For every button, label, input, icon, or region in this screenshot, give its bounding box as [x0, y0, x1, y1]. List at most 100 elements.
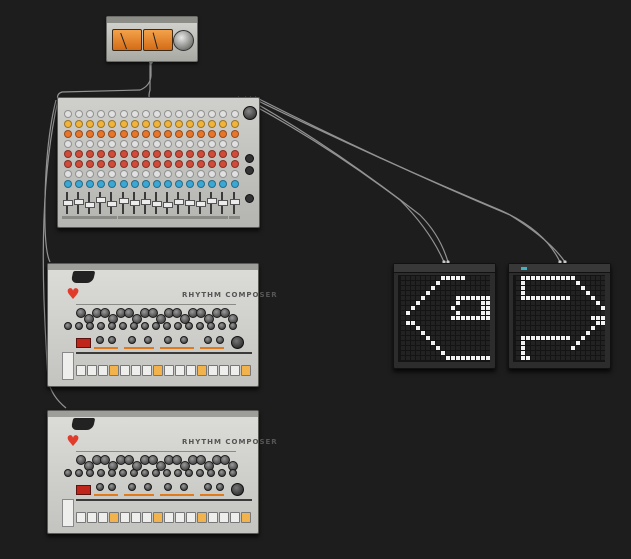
- led-cell[interactable]: [421, 336, 425, 340]
- led-cell[interactable]: [546, 346, 550, 350]
- led-cell[interactable]: [591, 336, 595, 340]
- led-cell[interactable]: [421, 286, 425, 290]
- led-cell[interactable]: [531, 296, 535, 300]
- led-cell[interactable]: [586, 291, 590, 295]
- channel-knob[interactable]: [75, 170, 84, 178]
- led-cell[interactable]: [536, 321, 540, 325]
- channel-knob[interactable]: [208, 180, 217, 188]
- led-cell[interactable]: [436, 341, 440, 345]
- led-cell[interactable]: [601, 296, 605, 300]
- led-cell[interactable]: [546, 351, 550, 355]
- led-cell[interactable]: [421, 346, 425, 350]
- led-cell[interactable]: [581, 346, 585, 350]
- led-cell[interactable]: [486, 331, 490, 335]
- unit-handle-bar[interactable]: [107, 17, 197, 23]
- led-cell[interactable]: [406, 311, 410, 315]
- led-cell[interactable]: [441, 291, 445, 295]
- led-cell[interactable]: [561, 301, 565, 305]
- led-cell[interactable]: [416, 351, 420, 355]
- led-cell[interactable]: [416, 331, 420, 335]
- led-cell[interactable]: [451, 311, 455, 315]
- selector-knob[interactable]: [164, 336, 172, 344]
- led-cell[interactable]: [531, 336, 535, 340]
- channel-knob[interactable]: [208, 150, 217, 158]
- channel-knob[interactable]: [152, 170, 161, 178]
- led-cell[interactable]: [401, 346, 405, 350]
- channel-knob[interactable]: [86, 130, 95, 138]
- led-cell[interactable]: [586, 296, 590, 300]
- led-cell[interactable]: [441, 321, 445, 325]
- led-cell[interactable]: [476, 326, 480, 330]
- led-cell[interactable]: [466, 311, 470, 315]
- led-cell[interactable]: [596, 286, 600, 290]
- led-cell[interactable]: [401, 296, 405, 300]
- led-cell[interactable]: [456, 281, 460, 285]
- led-cell[interactable]: [561, 276, 565, 280]
- led-cell[interactable]: [461, 346, 465, 350]
- led-cell[interactable]: [566, 341, 570, 345]
- led-cell[interactable]: [521, 281, 525, 285]
- channel-knob[interactable]: [86, 120, 95, 128]
- led-cell[interactable]: [591, 321, 595, 325]
- led-cell[interactable]: [526, 276, 530, 280]
- channel-knob[interactable]: [175, 160, 183, 168]
- led-cell[interactable]: [406, 331, 410, 335]
- led-cell[interactable]: [436, 331, 440, 335]
- led-cell[interactable]: [471, 351, 475, 355]
- channel-knob[interactable]: [163, 140, 172, 148]
- level-knob[interactable]: [119, 322, 127, 330]
- led-cell[interactable]: [471, 301, 475, 305]
- channel-fader[interactable]: [185, 200, 196, 207]
- led-cell[interactable]: [571, 341, 575, 345]
- channel-knob[interactable]: [64, 140, 72, 148]
- led-cell[interactable]: [451, 356, 455, 360]
- channel-knob[interactable]: [163, 170, 172, 178]
- channel-knob[interactable]: [119, 180, 128, 188]
- led-cell[interactable]: [476, 356, 480, 360]
- led-cell[interactable]: [466, 306, 470, 310]
- led-cell[interactable]: [416, 281, 420, 285]
- selector-knob[interactable]: [144, 483, 152, 491]
- led-cell[interactable]: [581, 281, 585, 285]
- led-cell[interactable]: [536, 336, 540, 340]
- led-cell[interactable]: [441, 306, 445, 310]
- channel-knob[interactable]: [152, 180, 161, 188]
- led-cell[interactable]: [546, 306, 550, 310]
- led-cell[interactable]: [591, 326, 595, 330]
- led-cell[interactable]: [551, 341, 555, 345]
- led-cell[interactable]: [556, 306, 560, 310]
- led-cell[interactable]: [406, 341, 410, 345]
- led-cell[interactable]: [551, 326, 555, 330]
- channel-knob[interactable]: [197, 150, 206, 158]
- led-cell[interactable]: [401, 351, 405, 355]
- channel-knob[interactable]: [186, 130, 195, 138]
- led-cell[interactable]: [516, 336, 520, 340]
- led-cell[interactable]: [431, 356, 435, 360]
- led-cell[interactable]: [521, 326, 525, 330]
- led-cell[interactable]: [421, 316, 425, 320]
- led-cell[interactable]: [536, 306, 540, 310]
- led-cell[interactable]: [516, 341, 520, 345]
- led-cell[interactable]: [441, 316, 445, 320]
- channel-knob[interactable]: [97, 130, 106, 138]
- led-cell[interactable]: [571, 326, 575, 330]
- led-cell[interactable]: [406, 346, 410, 350]
- led-cell[interactable]: [541, 341, 545, 345]
- led-cell[interactable]: [531, 286, 535, 290]
- channel-knob[interactable]: [86, 150, 95, 158]
- led-cell[interactable]: [556, 331, 560, 335]
- led-cell[interactable]: [481, 281, 485, 285]
- led-cell[interactable]: [541, 346, 545, 350]
- led-cell[interactable]: [476, 351, 480, 355]
- channel-knob[interactable]: [119, 120, 128, 128]
- led-cell[interactable]: [531, 321, 535, 325]
- led-cell[interactable]: [591, 351, 595, 355]
- channel-knob[interactable]: [208, 130, 217, 138]
- led-cell[interactable]: [521, 291, 525, 295]
- led-cell[interactable]: [586, 321, 590, 325]
- led-cell[interactable]: [566, 346, 570, 350]
- selector-knob[interactable]: [164, 483, 172, 491]
- led-cell[interactable]: [461, 331, 465, 335]
- led-cell[interactable]: [426, 336, 430, 340]
- channel-knob[interactable]: [141, 110, 150, 118]
